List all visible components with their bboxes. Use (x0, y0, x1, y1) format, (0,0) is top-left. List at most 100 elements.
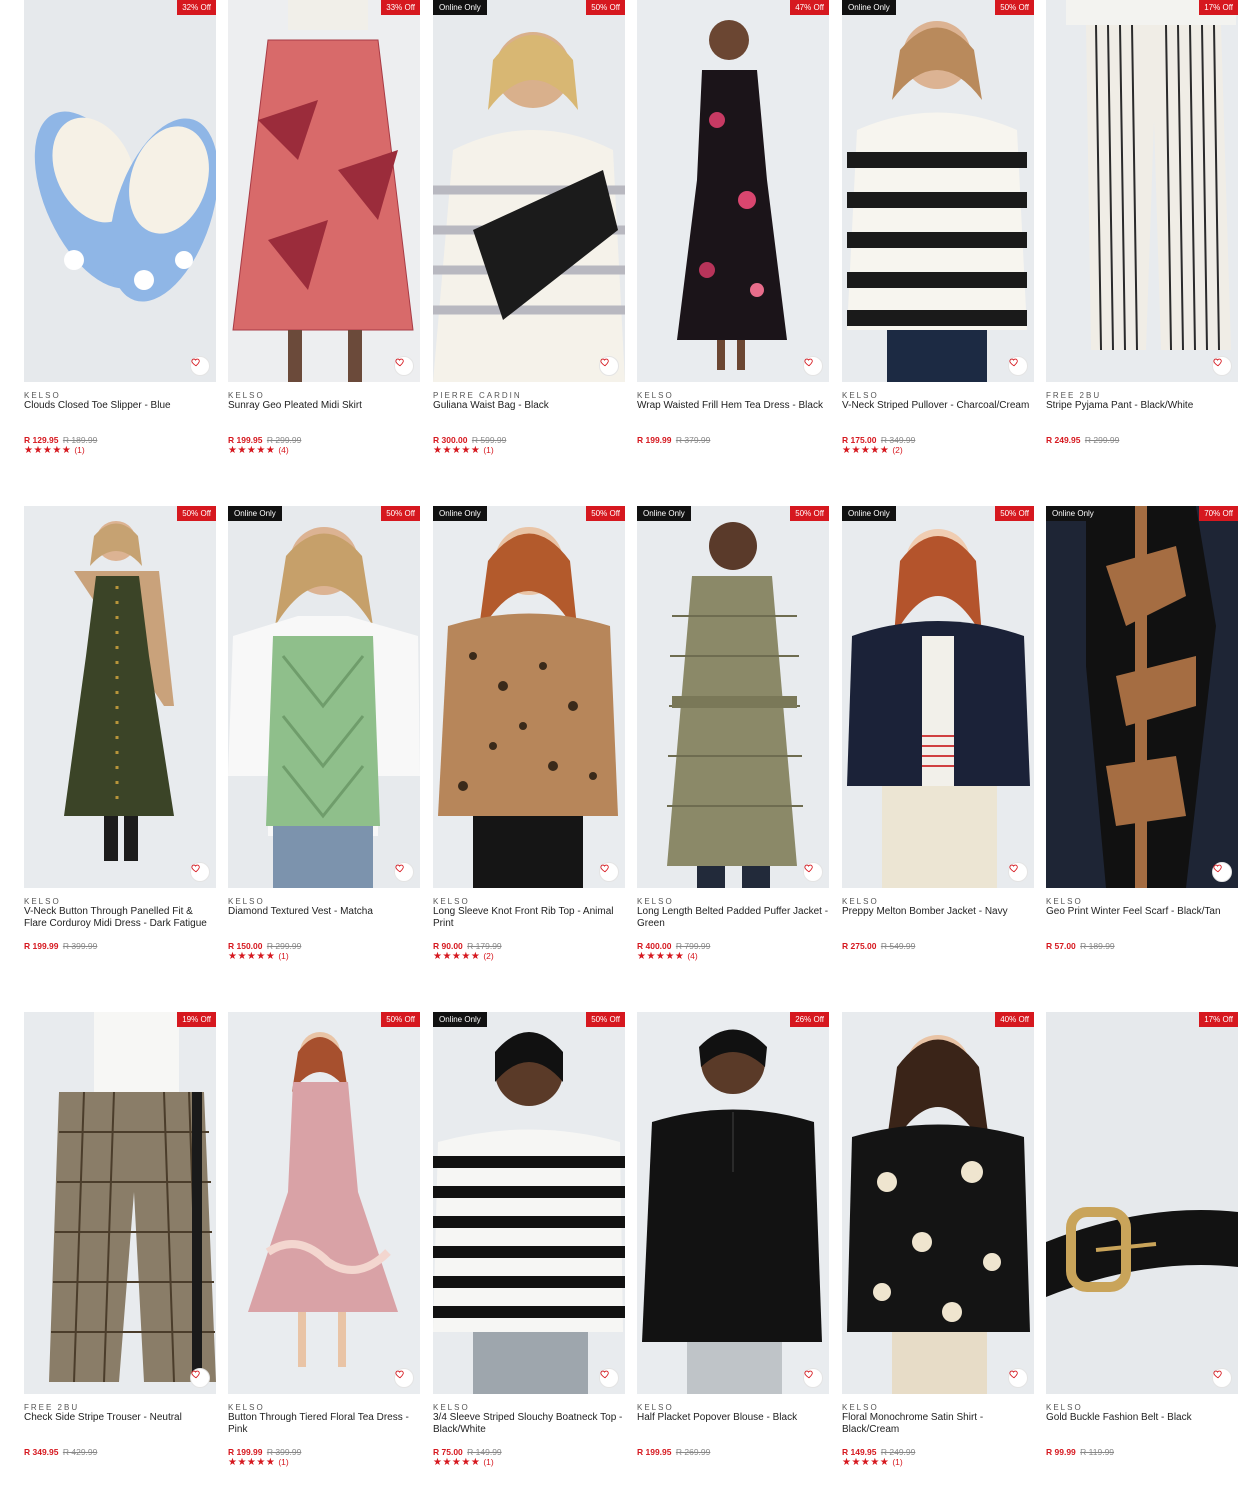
product-image[interactable]: 17% Off (1046, 1012, 1238, 1394)
rating[interactable]: ★★★★★ (2) (842, 445, 903, 456)
product-image[interactable]: 26% Off (637, 1012, 829, 1394)
product-card[interactable]: 17% Off KELSO Gold Buckle Fashion Belt -… (1046, 1012, 1238, 1492)
product-card[interactable]: Online Only 50% Off KELSO Long Length Be… (637, 506, 829, 986)
wishlist-button[interactable] (1212, 1368, 1232, 1388)
product-image[interactable]: 50% Off (228, 1012, 420, 1394)
product-brand[interactable]: KELSO (842, 897, 879, 906)
wishlist-button[interactable] (599, 356, 619, 376)
wishlist-button[interactable] (803, 356, 823, 376)
product-image[interactable]: Online Only 50% Off (842, 506, 1034, 888)
wishlist-button[interactable] (1008, 862, 1028, 882)
wishlist-button[interactable] (1008, 1368, 1028, 1388)
product-image[interactable]: Online Only 50% Off (228, 506, 420, 888)
product-brand[interactable]: KELSO (433, 897, 470, 906)
product-brand[interactable]: KELSO (433, 1403, 470, 1412)
product-title[interactable]: Long Sleeve Knot Front Rib Top - Animal … (433, 906, 625, 929)
product-title[interactable]: Clouds Closed Toe Slipper - Blue (24, 400, 216, 412)
product-card[interactable]: Online Only 50% Off KELSO V-Neck Striped… (842, 0, 1034, 480)
product-card[interactable]: Online Only 50% Off KELSO 3/4 Sleeve Str… (433, 1012, 625, 1492)
wishlist-button[interactable] (190, 862, 210, 882)
product-brand[interactable]: KELSO (842, 1403, 879, 1412)
product-image[interactable]: 47% Off (637, 0, 829, 382)
product-brand[interactable]: PIERRE CARDIN (433, 391, 522, 400)
product-title[interactable]: Guliana Waist Bag - Black (433, 400, 625, 412)
product-image[interactable]: Online Only 70% Off (1046, 506, 1238, 888)
product-title[interactable]: V-Neck Striped Pullover - Charcoal/Cream (842, 400, 1034, 412)
product-title[interactable]: Gold Buckle Fashion Belt - Black (1046, 1412, 1238, 1424)
product-brand[interactable]: KELSO (228, 897, 265, 906)
product-card[interactable]: Online Only 50% Off KELSO Diamond Textur… (228, 506, 420, 986)
rating[interactable]: ★★★★★ (1) (228, 951, 289, 962)
product-image[interactable]: 19% Off (24, 1012, 216, 1394)
product-card[interactable]: Online Only 50% Off PIERRE CARDIN Gulian… (433, 0, 625, 480)
product-card[interactable]: 19% Off FREE 2BU Check Side Stripe Trous… (24, 1012, 216, 1492)
product-image[interactable]: Online Only 50% Off (637, 506, 829, 888)
wishlist-button[interactable] (1212, 356, 1232, 376)
product-card[interactable]: Online Only 70% Off KELSO Geo Print Wint… (1046, 506, 1238, 986)
rating[interactable]: ★★★★★ (4) (637, 951, 698, 962)
product-image[interactable]: 32% Off (24, 0, 216, 382)
product-brand[interactable]: FREE 2BU (1046, 391, 1101, 400)
wishlist-button[interactable] (803, 862, 823, 882)
product-title[interactable]: Geo Print Winter Feel Scarf - Black/Tan (1046, 906, 1238, 918)
product-card[interactable]: 47% Off KELSO Wrap Waisted Frill Hem Tea… (637, 0, 829, 480)
wishlist-button[interactable] (1008, 356, 1028, 376)
product-brand[interactable]: KELSO (24, 391, 61, 400)
product-card[interactable]: 26% Off KELSO Half Placket Popover Blous… (637, 1012, 829, 1492)
product-brand[interactable]: KELSO (1046, 1403, 1083, 1412)
product-brand[interactable]: KELSO (637, 391, 674, 400)
wishlist-button[interactable] (190, 1368, 210, 1388)
product-card[interactable]: Online Only 50% Off KELSO Preppy Melton … (842, 506, 1034, 986)
product-image[interactable]: Online Only 50% Off (433, 0, 625, 382)
product-image[interactable]: 40% Off (842, 1012, 1034, 1394)
wishlist-button[interactable] (394, 356, 414, 376)
rating[interactable]: ★★★★★ (2) (433, 951, 494, 962)
product-brand[interactable]: KELSO (228, 1403, 265, 1412)
product-card[interactable]: 40% Off KELSO Floral Monochrome Satin Sh… (842, 1012, 1034, 1492)
product-brand[interactable]: FREE 2BU (24, 1403, 79, 1412)
product-title[interactable]: Button Through Tiered Floral Tea Dress -… (228, 1412, 420, 1435)
wishlist-button[interactable] (394, 862, 414, 882)
product-brand[interactable]: KELSO (842, 391, 879, 400)
product-card[interactable]: 32% Off KELSO Clouds Closed Toe Slipper … (24, 0, 216, 480)
product-title[interactable]: Sunray Geo Pleated Midi Skirt (228, 400, 420, 412)
product-title[interactable]: Wrap Waisted Frill Hem Tea Dress - Black (637, 400, 829, 412)
product-brand[interactable]: KELSO (1046, 897, 1083, 906)
product-brand[interactable]: KELSO (228, 391, 265, 400)
product-card[interactable]: 17% Off FREE 2BU Stripe Pyjama Pant - Bl… (1046, 0, 1238, 480)
product-title[interactable]: Diamond Textured Vest - Matcha (228, 906, 420, 918)
wishlist-button[interactable] (394, 1368, 414, 1388)
product-title[interactable]: 3/4 Sleeve Striped Slouchy Boatneck Top … (433, 1412, 625, 1435)
product-title[interactable]: Half Placket Popover Blouse - Black (637, 1412, 829, 1424)
product-brand[interactable]: KELSO (24, 897, 61, 906)
rating[interactable]: ★★★★★ (1) (433, 1457, 494, 1468)
product-image[interactable]: Online Only 50% Off (433, 1012, 625, 1394)
rating[interactable]: ★★★★★ (1) (228, 1457, 289, 1468)
wishlist-button[interactable] (190, 356, 210, 376)
product-card[interactable]: Online Only 50% Off KELSO Long Sleeve Kn… (433, 506, 625, 986)
product-title[interactable]: V-Neck Button Through Panelled Fit & Fla… (24, 906, 216, 929)
rating[interactable]: ★★★★★ (1) (433, 445, 494, 456)
wishlist-button[interactable] (803, 1368, 823, 1388)
product-card[interactable]: 50% Off KELSO Button Through Tiered Flor… (228, 1012, 420, 1492)
product-brand[interactable]: KELSO (637, 897, 674, 906)
product-title[interactable]: Preppy Melton Bomber Jacket - Navy (842, 906, 1034, 918)
product-card[interactable]: 50% Off KELSO V-Neck Button Through Pane… (24, 506, 216, 986)
wishlist-button[interactable] (599, 862, 619, 882)
product-title[interactable]: Stripe Pyjama Pant - Black/White (1046, 400, 1238, 412)
wishlist-button[interactable] (1212, 862, 1232, 882)
rating[interactable]: ★★★★★ (4) (228, 445, 289, 456)
product-brand[interactable]: KELSO (637, 1403, 674, 1412)
product-image[interactable]: 33% Off (228, 0, 420, 382)
product-image[interactable]: Online Only 50% Off (433, 506, 625, 888)
product-title[interactable]: Long Length Belted Padded Puffer Jacket … (637, 906, 829, 929)
product-image[interactable]: Online Only 50% Off (842, 0, 1034, 382)
product-title[interactable]: Floral Monochrome Satin Shirt - Black/Cr… (842, 1412, 1034, 1435)
product-image[interactable]: 50% Off (24, 506, 216, 888)
rating[interactable]: ★★★★★ (1) (842, 1457, 903, 1468)
product-card[interactable]: 33% Off KELSO Sunray Geo Pleated Midi Sk… (228, 0, 420, 480)
wishlist-button[interactable] (599, 1368, 619, 1388)
product-title[interactable]: Check Side Stripe Trouser - Neutral (24, 1412, 216, 1424)
product-image[interactable]: 17% Off (1046, 0, 1238, 382)
rating[interactable]: ★★★★★ (1) (24, 445, 85, 456)
